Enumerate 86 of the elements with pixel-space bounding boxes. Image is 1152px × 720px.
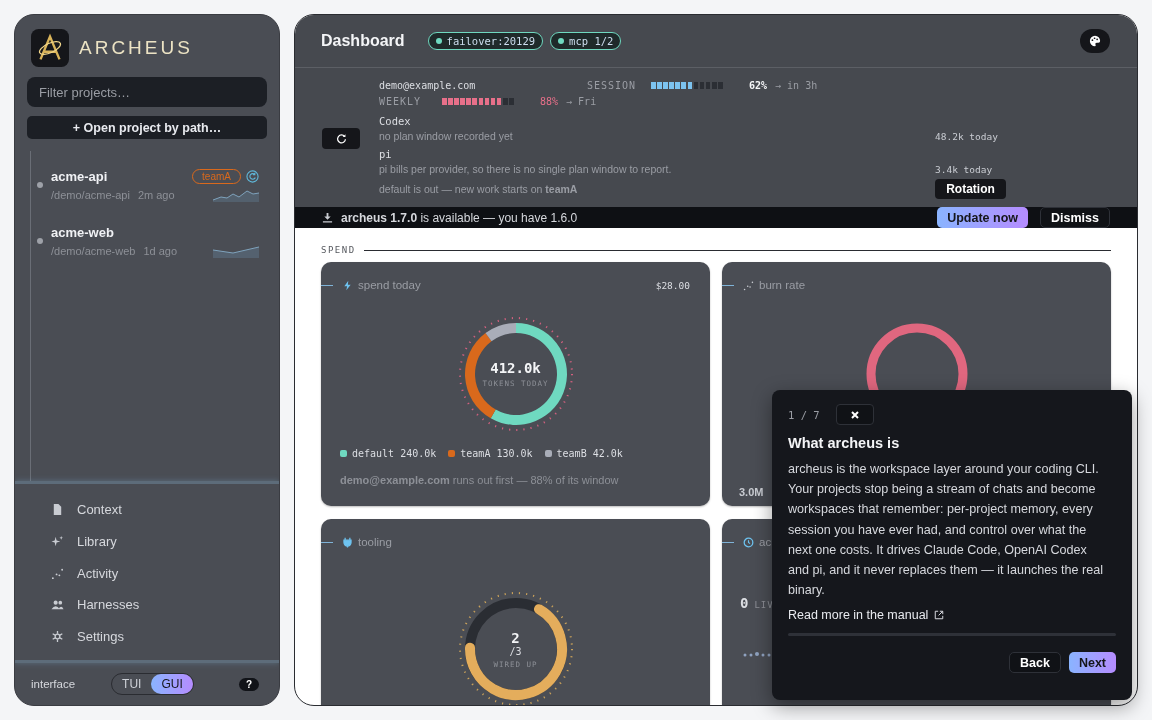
sparkline <box>213 188 259 202</box>
download-icon <box>322 212 333 223</box>
palette-icon <box>1089 35 1101 47</box>
sparkle-icon <box>51 534 64 548</box>
session-reset: → in 3h <box>775 79 818 91</box>
settings-icon <box>51 629 64 643</box>
session-label: SESSION <box>587 79 638 91</box>
logo-icon <box>31 29 69 67</box>
manual-link[interactable]: Read more in the manual <box>788 608 945 623</box>
mode-option[interactable]: GUI <box>151 674 193 694</box>
sparkline <box>213 244 259 258</box>
status-dot <box>37 182 43 188</box>
brand-name: ARCHEUS <box>79 37 193 59</box>
document-icon <box>51 503 64 517</box>
account-email: demo@example.com <box>379 79 477 91</box>
status-pill: mcp 1/2 <box>550 32 622 50</box>
filter-field[interactable]: Filter projects… <box>27 77 267 107</box>
dismiss-button[interactable]: Dismiss <box>1040 207 1110 228</box>
page-title: Dashboard <box>321 32 405 50</box>
project-item[interactable]: acme-api /demo/acme-api 2m ago teamA <box>31 157 267 213</box>
project-age: 1d ago <box>143 245 178 257</box>
bolt-icon <box>342 279 353 291</box>
status-pill: failover:20129 <box>427 32 544 50</box>
step-counter: 1 / 7 <box>788 408 820 421</box>
project-name: acme-web <box>51 225 115 240</box>
scatter-icon <box>743 279 754 291</box>
mode-option[interactable]: TUI <box>112 674 152 694</box>
update-message: archeus 1.7.0 is available — you have 1.6.0 <box>341 210 578 225</box>
close-icon <box>849 409 860 420</box>
nav-item[interactable]: Settings <box>15 620 279 652</box>
next-button[interactable]: Next <box>1068 652 1116 674</box>
refresh-button[interactable] <box>322 127 360 149</box>
interface-label: interface <box>31 678 76 690</box>
project-path: /demo/acme-api <box>51 189 130 201</box>
legend-label: default 240.0k <box>352 448 437 459</box>
card-note: demo@example.com runs out first — 88% of its window <box>340 474 620 486</box>
status-dot <box>37 238 43 244</box>
weekly-label: WEEKLY <box>379 95 423 107</box>
rotation-button[interactable]: Rotation <box>935 179 1006 199</box>
legend-label: teamB 42.0k <box>556 448 623 459</box>
close-button[interactable] <box>835 404 874 425</box>
spend-amount: $28.00 <box>655 279 690 291</box>
provider-note: no plan window recorded yet <box>379 130 513 142</box>
tour-title: What archeus is <box>788 435 901 451</box>
live-count: 0 <box>740 595 749 611</box>
scatter-icon <box>51 566 64 580</box>
nav-item[interactable]: Activity <box>15 557 279 589</box>
plug-icon <box>342 536 353 548</box>
weekly-reset: → Fri <box>566 95 597 107</box>
activity-dots <box>742 649 772 657</box>
help-button[interactable]: ? <box>238 677 259 691</box>
tour-text: archeus is the workspace layer around your coding CLI. Your projects stop being a stream of chats and become workspaces that remember: per-project memory, every session you have ever had, and control over what the next one costs. It drives Claude Code, OpenAI Codex and pi, and it never replaces them — it launches the real binary. <box>788 461 1105 600</box>
provider-name: pi <box>379 148 393 162</box>
legend-label: teamA 130.0k <box>460 448 533 459</box>
refresh-icon <box>743 536 754 548</box>
external-link-icon <box>934 610 945 621</box>
open-project-button[interactable]: + Open project by path… <box>27 116 267 139</box>
nav-item[interactable]: Harnesses <box>15 588 279 621</box>
wired-count: 2 <box>511 629 520 646</box>
rotation-note: default is out — new work starts on teamA <box>379 183 578 195</box>
live-caption: LIV <box>754 600 774 610</box>
card-title: ac <box>759 536 772 548</box>
weekly-percent: 88% <box>540 95 559 107</box>
tokens-today: 48.2k today <box>935 130 999 142</box>
project-age: 2m ago <box>137 189 175 201</box>
back-button[interactable]: Back <box>1009 652 1061 674</box>
project-item[interactable]: acme-web /demo/acme-web 1d ago <box>31 213 267 269</box>
project-path: /demo/acme-web <box>51 245 136 257</box>
people-icon <box>51 598 64 612</box>
token-total: 412.0k <box>490 360 541 376</box>
burn-value: 3.0M <box>739 486 764 498</box>
session-percent: 62% <box>749 79 768 91</box>
provider-name: Codex <box>379 115 412 129</box>
tokens-today: 3.4k today <box>935 163 994 175</box>
refresh-icon <box>335 132 347 144</box>
project-name: acme-api <box>51 169 109 184</box>
nav-item[interactable]: Library <box>15 525 279 558</box>
provider-note: pi bills per provider, so there is no single plan window to report. <box>379 163 672 175</box>
update-button[interactable]: Update now <box>937 207 1029 228</box>
theme-button[interactable] <box>1080 29 1110 53</box>
card-title: tooling <box>358 536 392 548</box>
section-label: SPEND <box>321 245 356 255</box>
card-title: burn rate <box>759 279 806 291</box>
card-title: spend today <box>358 279 421 291</box>
nav-item[interactable]: Context <box>15 494 279 526</box>
wired-total: /3 <box>509 645 522 657</box>
